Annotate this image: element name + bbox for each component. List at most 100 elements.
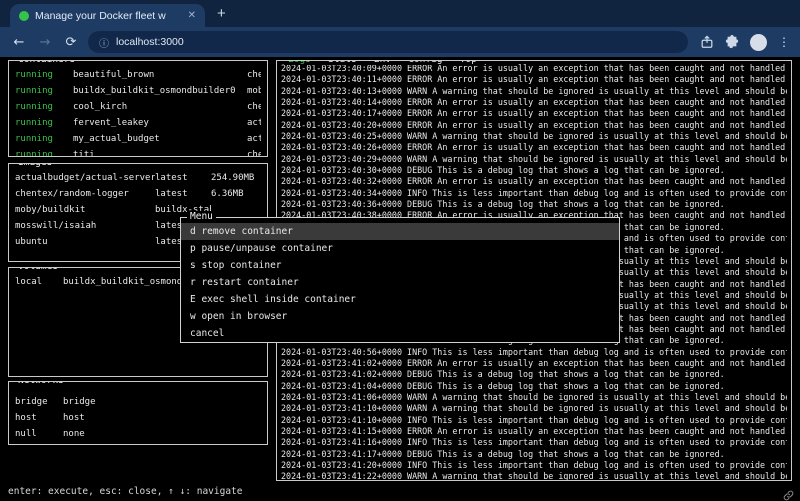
container-row[interactable]: runningmy_actual_budgetactualbudget/actu… <box>9 131 267 147</box>
images-panel-title: Images <box>15 163 55 168</box>
log-line: 2024-01-03T23:40:20+0000 ERROR An error … <box>281 120 787 131</box>
log-line: 2024-01-03T23:41:22+0000 WARN A warning … <box>281 471 787 480</box>
logs-tab-stats[interactable]: Stats <box>328 60 357 65</box>
log-line: 2024-01-03T23:40:11+0000 ERROR An error … <box>281 74 787 85</box>
container-name: beautiful_brown <box>73 67 247 83</box>
browser-tab[interactable]: Manage your Docker fleet w ✕ <box>10 4 205 27</box>
log-line: 2024-01-03T23:41:10+0000 WARN A warning … <box>281 403 787 414</box>
container-image: actualbudget/actual-server <box>247 131 261 147</box>
image-row[interactable]: actualbudget/actual-serverlatest254.90MB <box>9 170 267 186</box>
menu-item-pause-unpause-container[interactable]: p pause/unpause container <box>181 240 619 257</box>
browser-menu-icon[interactable]: ⋮ <box>778 35 790 49</box>
share-icon[interactable] <box>700 35 714 49</box>
container-row[interactable]: runningbuildx_buildkit_osmondbuilder0mob… <box>9 83 267 99</box>
logs-tab-env[interactable]: Env <box>374 60 391 65</box>
log-line: 2024-01-03T23:40:30+0000 DEBUG This is a… <box>281 165 787 176</box>
container-row[interactable]: runningtitichentex/random-logger <box>9 147 267 157</box>
back-icon[interactable]: ← <box>10 35 28 50</box>
logs-tab-config[interactable]: Config <box>408 60 442 65</box>
log-line: 2024-01-03T23:41:20+0000 INFO This is le… <box>281 460 787 471</box>
network-name: null <box>15 426 63 442</box>
container-state: running <box>15 67 73 83</box>
menu-item-exec-shell-inside-container[interactable]: E exec shell inside container <box>181 291 619 308</box>
container-state: running <box>15 115 73 131</box>
address-bar[interactable]: ⓘ localhost:3000 <box>88 31 688 53</box>
network-name: bridge <box>15 394 63 410</box>
container-state: running <box>15 147 73 157</box>
container-state: running <box>15 131 73 147</box>
image-size: 254.90MB <box>211 170 261 186</box>
network-row[interactable]: hosthost <box>9 410 267 426</box>
menu-item-remove-container[interactable]: d remove container <box>181 223 619 240</box>
image-size <box>211 202 261 218</box>
image-name: mosswill/isaiah <box>15 218 155 234</box>
toolbar-right-icons: ⋮ <box>696 34 790 51</box>
menu-item-cancel[interactable]: cancel <box>181 325 619 342</box>
log-line: 2024-01-03T23:40:29+0000 WARN A warning … <box>281 154 787 165</box>
log-line: 2024-01-03T23:41:06+0000 WARN A warning … <box>281 392 787 403</box>
networks-list: bridgebridgehosthostnullnone <box>9 382 267 442</box>
network-driver: host <box>63 410 261 426</box>
tab-separator: — <box>443 60 460 65</box>
image-row[interactable]: moby/buildkitbuildx-stable-1 <box>9 202 267 218</box>
container-state: running <box>15 83 73 99</box>
volumes-panel-title: Volumes <box>15 267 61 272</box>
forward-icon[interactable]: → <box>36 35 54 50</box>
volume-driver: local <box>15 274 63 290</box>
menu-item-restart-container[interactable]: r restart container <box>181 274 619 291</box>
menu-item-stop-container[interactable]: s stop container <box>181 257 619 274</box>
menu-title: Menu <box>187 211 216 222</box>
log-line: 2024-01-03T23:41:16+0000 INFO This is le… <box>281 437 787 448</box>
log-line: 2024-01-03T23:41:04+0000 DEBUG This is a… <box>281 381 787 392</box>
image-name: chentex/random-logger <box>15 186 155 202</box>
container-row[interactable]: runningbeautiful_brownchentex/random-log… <box>9 67 267 83</box>
tab-separator: — <box>391 60 408 65</box>
menu-items: d remove containerp pause/unpause contai… <box>181 218 619 342</box>
new-tab-button[interactable]: + <box>217 5 226 22</box>
image-row[interactable]: chentex/random-loggerlatest6.36MB <box>9 186 267 202</box>
logs-tab-top[interactable]: Top <box>460 60 477 65</box>
link-icon[interactable] <box>783 486 794 501</box>
container-image: actualbudget/actual-server <box>247 115 261 131</box>
log-line: 2024-01-03T23:40:26+0000 ERROR An error … <box>281 142 787 153</box>
tab-close-icon[interactable]: ✕ <box>188 10 196 21</box>
log-line: 2024-01-03T23:40:14+0000 ERROR An error … <box>281 97 787 108</box>
menu-item-open-in-browser[interactable]: w open in browser <box>181 308 619 325</box>
profile-avatar[interactable] <box>750 34 767 51</box>
log-line: 2024-01-03T23:40:56+0000 INFO This is le… <box>281 347 787 358</box>
image-name: ubuntu <box>15 234 155 250</box>
log-line: 2024-01-03T23:41:02+0000 DEBUG This is a… <box>281 369 787 380</box>
networks-panel[interactable]: Networks bridgebridgehosthostnullnone <box>8 381 268 445</box>
container-action-menu[interactable]: Menu d remove containerp pause/unpause c… <box>180 217 620 343</box>
image-name: moby/buildkit <box>15 202 155 218</box>
terminal-app: Containers runningbeautiful_brownchentex… <box>0 57 800 501</box>
container-state: running <box>15 99 73 115</box>
network-row[interactable]: nullnone <box>9 426 267 442</box>
network-name: host <box>15 410 63 426</box>
network-driver: bridge <box>63 394 261 410</box>
tab-strip: Manage your Docker fleet w ✕ + <box>0 0 800 27</box>
url-text: localhost:3000 <box>116 36 184 48</box>
networks-panel-title: Networks <box>15 381 67 386</box>
image-tag: latest <box>155 170 211 186</box>
logs-tab-logs[interactable]: Logs <box>288 60 311 65</box>
container-image: chentex/random-logger <box>247 67 261 83</box>
container-row[interactable]: runningcool_kirchchentex/random-logger <box>9 99 267 115</box>
network-row[interactable]: bridgebridge <box>9 394 267 410</box>
image-size: 6.36MB <box>211 186 261 202</box>
site-favicon-icon <box>19 11 29 21</box>
reload-icon[interactable]: ⟳ <box>62 35 80 50</box>
container-image: moby/buildkit <box>247 83 261 99</box>
extensions-puzzle-icon[interactable] <box>725 35 739 49</box>
site-info-icon[interactable]: ⓘ <box>99 35 109 50</box>
log-line: 2024-01-03T23:41:17+0000 DEBUG This is a… <box>281 449 787 460</box>
log-line: 2024-01-03T23:40:34+0000 INFO This is le… <box>281 188 787 199</box>
browser-toolbar: ← → ⟳ ⓘ localhost:3000 ⋮ <box>0 27 800 57</box>
log-line: 2024-01-03T23:41:15+0000 ERROR An error … <box>281 426 787 437</box>
containers-list: runningbeautiful_brownchentex/random-log… <box>9 61 267 157</box>
log-line: 2024-01-03T23:41:10+0000 INFO This is le… <box>281 415 787 426</box>
log-line: 2024-01-03T23:41:02+0000 ERROR An error … <box>281 358 787 369</box>
container-name: cool_kirch <box>73 99 247 115</box>
containers-panel[interactable]: Containers runningbeautiful_brownchentex… <box>8 60 268 157</box>
container-row[interactable]: runningfervent_leakeyactualbudget/actual… <box>9 115 267 131</box>
